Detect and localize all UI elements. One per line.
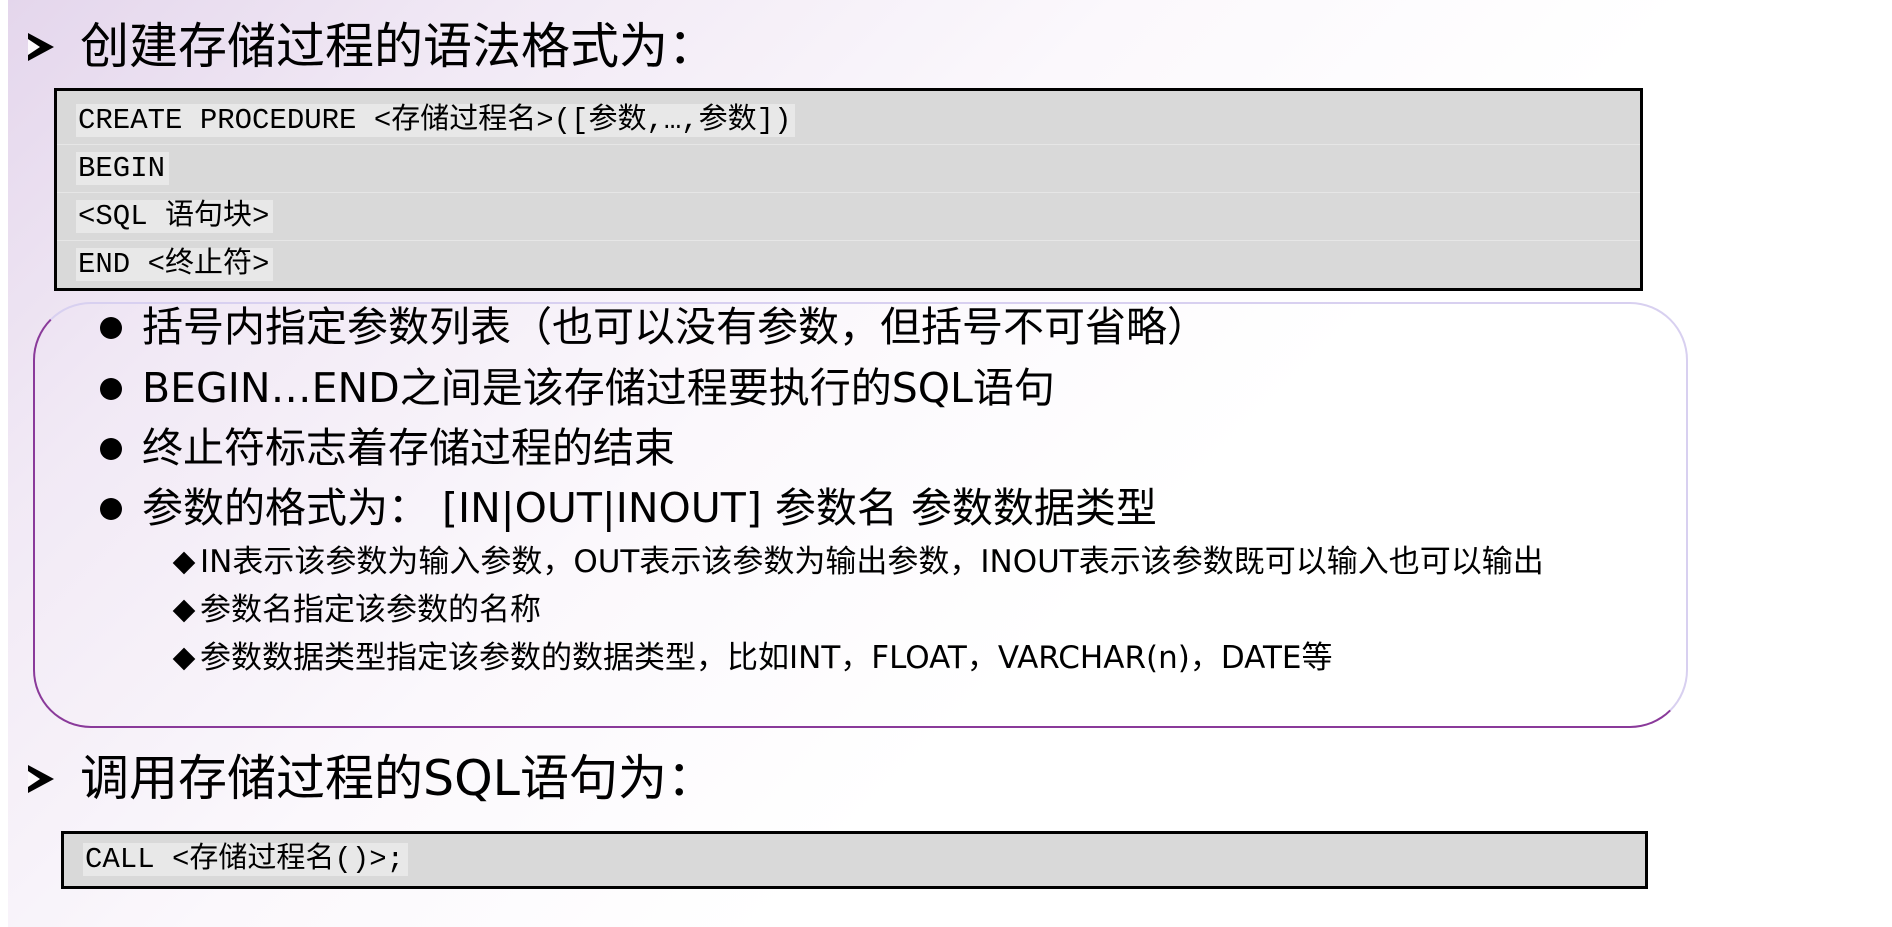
code-line-text: END <终止符> — [76, 248, 274, 281]
code-line-text: CREATE PROCEDURE <存储过程名>([参数,…,参数]) — [76, 104, 796, 137]
bullet-item: 参数的格式为： [IN|OUT|INOUT] 参数名 参数数据类型 — [100, 488, 1157, 529]
sub-bullet-item: 参数名指定该参数的名称 — [172, 595, 541, 626]
code-line-text: BEGIN — [76, 152, 170, 185]
sub-bullet-item: 参数数据类型指定该参数的数据类型，比如INT，FLOAT，VARCHAR(n)，… — [172, 643, 1332, 674]
diamond-icon — [172, 647, 196, 670]
code-line: END <终止符> — [57, 241, 1640, 288]
heading-call-text: 调用存储过程的SQL语句为： — [80, 750, 716, 807]
filled-circle-icon — [100, 377, 122, 400]
filled-circle-icon — [100, 437, 122, 460]
filled-circle-icon — [100, 316, 122, 339]
code-line: <SQL 语句块> — [57, 193, 1640, 241]
bullet-item: 终止符标志着存储过程的结束 — [100, 428, 675, 469]
sub-bullet-text: IN表示该参数为输入参数，OUT表示该参数为输出参数，INOUT表示该参数既可以… — [200, 544, 1544, 580]
sub-bullet-item: IN表示该参数为输入参数，OUT表示该参数为输出参数，INOUT表示该参数既可以… — [172, 547, 1544, 578]
code-line: BEGIN — [57, 145, 1640, 193]
bullet-text: BEGIN…END之间是该存储过程要执行的SQL语句 — [142, 364, 1055, 412]
bullet-text: 终止符标志着存储过程的结束 — [142, 424, 675, 472]
bullet-text: 括号内指定参数列表（也可以没有参数，但括号不可省略） — [142, 303, 1208, 351]
code-line: CREATE PROCEDURE <存储过程名>([参数,…,参数]) — [57, 97, 1640, 145]
left-margin-strip — [0, 0, 8, 927]
code-line: CALL <存储过程名()>; — [64, 834, 1645, 886]
call-code-block: CALL <存储过程名()>; — [61, 831, 1648, 889]
bullet-text: 参数的格式为： [IN|OUT|INOUT] 参数名 参数数据类型 — [142, 484, 1157, 532]
arrow-right-icon — [28, 764, 54, 793]
filled-circle-icon — [100, 497, 122, 520]
arrow-right-icon — [28, 32, 54, 61]
sub-bullet-text: 参数名指定该参数的名称 — [200, 592, 541, 628]
code-line-text: <SQL 语句块> — [76, 200, 274, 233]
bullet-item: 括号内指定参数列表（也可以没有参数，但括号不可省略） — [100, 307, 1208, 348]
syntax-code-block: CREATE PROCEDURE <存储过程名>([参数,…,参数]) BEGI… — [54, 88, 1643, 291]
diamond-icon — [172, 599, 196, 622]
heading-create-text: 创建存储过程的语法格式为： — [80, 18, 718, 75]
code-line-text: CALL <存储过程名()>; — [83, 843, 409, 876]
sub-bullet-text: 参数数据类型指定该参数的数据类型，比如INT，FLOAT，VARCHAR(n)，… — [200, 640, 1333, 676]
diamond-icon — [172, 551, 196, 574]
heading-call-procedure: 调用存储过程的SQL语句为： — [28, 754, 716, 803]
bullet-item: BEGIN…END之间是该存储过程要执行的SQL语句 — [100, 368, 1055, 409]
heading-create-procedure: 创建存储过程的语法格式为： — [28, 22, 717, 71]
